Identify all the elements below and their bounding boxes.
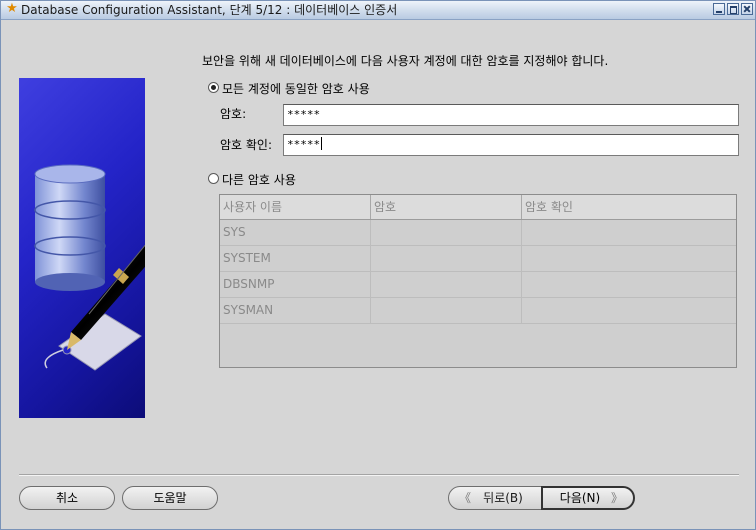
confirm-password-value: ***** [287, 138, 321, 151]
footer-separator [19, 474, 739, 476]
minimize-button[interactable] [713, 3, 725, 15]
confirm-cell [522, 246, 734, 271]
password-cell [371, 220, 522, 245]
password-cell [371, 246, 522, 271]
text-caret [321, 137, 323, 150]
table-row: SYSTEM [220, 246, 736, 272]
same-password-label[interactable]: 모든 계정에 동일한 암호 사용 [222, 80, 370, 97]
same-password-radio[interactable] [208, 82, 219, 93]
next-button-label: 다음(N) [559, 491, 601, 505]
database-illustration [19, 78, 145, 418]
confirm-password-label: 암호 확인: [220, 138, 273, 152]
different-password-radio[interactable] [208, 173, 219, 184]
user-password-table: 사용자 이름 암호 암호 확인 SYS SYSTEM DBSNMP SYSMAN [219, 194, 737, 368]
dbca-window: ★ Database Configuration Assistant, 단계 5… [0, 0, 756, 530]
password-cell [371, 298, 522, 323]
different-password-label[interactable]: 다른 암호 사용 [222, 171, 296, 188]
back-button[interactable]: 《 뒤로(B) [448, 486, 542, 510]
column-header-confirm: 암호 확인 [525, 200, 573, 214]
maximize-button[interactable] [727, 3, 739, 15]
confirm-cell [522, 220, 734, 245]
close-button[interactable] [741, 3, 753, 15]
instruction-text: 보안을 위해 새 데이터베이스에 다음 사용자 계정에 대한 암호를 지정해야 … [202, 54, 609, 68]
password-label: 암호: [220, 107, 247, 121]
user-cell: DBSNMP [220, 272, 371, 297]
window-title: Database Configuration Assistant, 단계 5/1… [21, 3, 398, 17]
confirm-password-field[interactable]: ***** [283, 134, 739, 156]
help-button[interactable]: 도움말 [122, 486, 218, 510]
column-header-password: 암호 [371, 195, 522, 219]
chevron-left-icon: 《 [459, 491, 472, 505]
chevron-right-icon: 》 [610, 491, 623, 505]
user-cell: SYS [220, 220, 371, 245]
user-cell: SYSTEM [220, 246, 371, 271]
cancel-button[interactable]: 취소 [19, 486, 115, 510]
password-field[interactable]: ***** [283, 104, 739, 126]
user-cell: SYSMAN [220, 298, 371, 323]
title-bar[interactable]: ★ Database Configuration Assistant, 단계 5… [1, 1, 755, 20]
star-icon: ★ [6, 1, 18, 16]
table-row: DBSNMP [220, 272, 736, 298]
confirm-cell [522, 272, 734, 297]
database-pen-icon [34, 164, 145, 371]
password-value: ***** [287, 108, 321, 121]
confirm-cell [522, 298, 734, 323]
table-row: SYSMAN [220, 298, 736, 324]
table-row: SYS [220, 220, 736, 246]
table-header: 사용자 이름 암호 암호 확인 [220, 195, 736, 220]
next-button[interactable]: 다음(N) 》 [541, 486, 635, 510]
back-button-label: 뒤로(B) [483, 491, 523, 505]
column-header-user: 사용자 이름 [220, 195, 371, 219]
password-cell [371, 272, 522, 297]
